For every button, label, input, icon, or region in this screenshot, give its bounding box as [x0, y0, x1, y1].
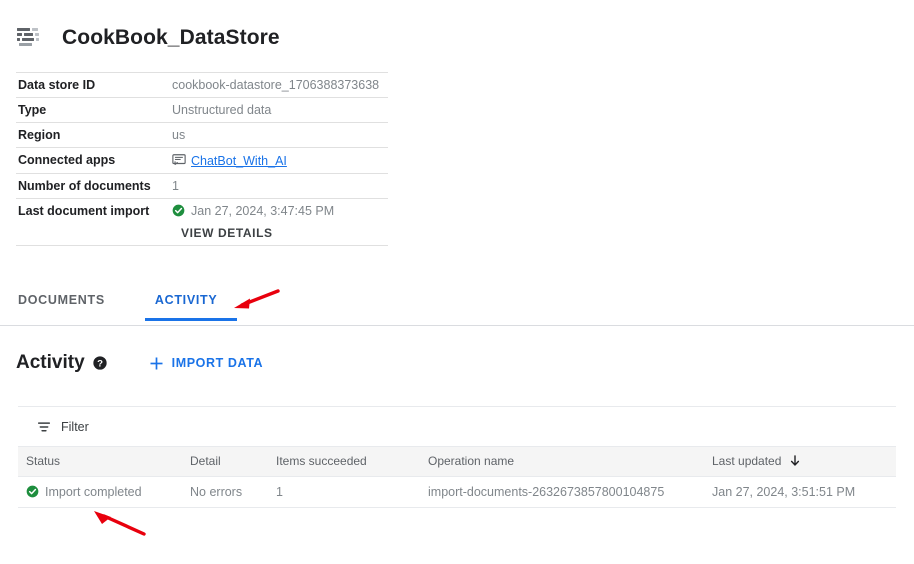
- datastore-detail-page: CookBook_DataStore Data store ID cookboo…: [0, 0, 914, 564]
- plus-icon: [150, 357, 163, 369]
- status-label: Import completed: [45, 484, 142, 499]
- filter-icon: [38, 421, 50, 431]
- filter-label: Filter: [61, 419, 89, 434]
- info-label: Last document import: [18, 204, 150, 218]
- column-header-last-updated-label: Last updated: [712, 454, 782, 469]
- cell-items-succeeded: 1: [268, 476, 420, 508]
- cell-operation-name: import-documents-2632673857800104875: [420, 476, 704, 508]
- page-header: CookBook_DataStore: [0, 0, 914, 58]
- datastore-icon: [17, 28, 39, 46]
- tab-documents[interactable]: DOCUMENTS: [18, 292, 117, 320]
- import-data-button[interactable]: IMPORT DATA: [149, 356, 264, 371]
- column-header-detail[interactable]: Detail: [182, 447, 268, 477]
- info-label: Region: [18, 128, 61, 142]
- info-row-type: Type Unstructured data: [16, 98, 388, 123]
- info-value: ChatBot_With_AI: [172, 148, 388, 174]
- arrow-pointing-to-import-completed-row: [94, 511, 146, 536]
- info-label: Type: [18, 103, 47, 117]
- filter-bar[interactable]: Filter: [18, 407, 896, 447]
- chat-app-icon: [172, 154, 186, 165]
- view-details-button[interactable]: VIEW DETAILS: [181, 226, 388, 240]
- info-label: Number of documents: [18, 179, 151, 193]
- page-title: CookBook_DataStore: [62, 26, 280, 49]
- cell-detail: No errors: [182, 476, 268, 508]
- cell-status: Import completed: [18, 476, 182, 508]
- activity-header: Activity ? IMPORT DATA: [16, 351, 263, 375]
- cell-last-updated: Jan 27, 2024, 3:51:51 PM: [704, 476, 896, 508]
- column-header-status[interactable]: Status: [18, 447, 182, 477]
- sort-descending-arrow-icon: [791, 455, 800, 466]
- table-row[interactable]: Import completed No errors 1 import-docu…: [18, 476, 896, 508]
- column-header-items-succeeded[interactable]: Items succeeded: [268, 447, 420, 477]
- info-row-number-of-documents: Number of documents 1: [16, 174, 388, 199]
- connected-app-link[interactable]: ChatBot_With_AI: [191, 154, 287, 168]
- info-value: Unstructured data: [172, 103, 272, 117]
- info-value: Jan 27, 2024, 3:47:45 PM VIEW DETAILS: [172, 199, 388, 246]
- help-icon[interactable]: ?: [92, 356, 107, 370]
- svg-text:?: ?: [97, 359, 103, 370]
- import-data-label: IMPORT DATA: [171, 356, 264, 370]
- activity-title: Activity: [16, 352, 85, 373]
- activity-card: Filter Status Detail Items succeeded Ope…: [18, 406, 896, 508]
- last-import-timestamp: Jan 27, 2024, 3:47:45 PM: [191, 204, 335, 218]
- column-header-last-updated[interactable]: Last updated: [704, 447, 896, 477]
- info-value: us: [172, 128, 186, 142]
- info-row-connected-apps: Connected apps ChatBot_With_AI: [16, 148, 388, 174]
- info-label: Data store ID: [18, 78, 96, 92]
- datastore-info-table: Data store ID cookbook-datastore_1706388…: [16, 72, 388, 246]
- info-value: 1: [172, 179, 179, 193]
- info-row-last-document-import: Last document import Jan 27, 2024, 3:47:…: [16, 199, 388, 246]
- info-row-data-store-id: Data store ID cookbook-datastore_1706388…: [16, 73, 388, 98]
- info-row-region: Region us: [16, 123, 388, 148]
- check-circle-icon: [172, 204, 185, 217]
- tab-bar: DOCUMENTS ACTIVITY: [0, 292, 914, 326]
- info-value: cookbook-datastore_1706388373638: [172, 78, 380, 92]
- info-label: Connected apps: [18, 153, 116, 167]
- check-circle-icon: [26, 485, 39, 497]
- column-header-operation-name[interactable]: Operation name: [420, 447, 704, 477]
- table-header-row: Status Detail Items succeeded Operation …: [18, 447, 896, 477]
- tab-activity[interactable]: ACTIVITY: [144, 292, 238, 321]
- activity-table: Status Detail Items succeeded Operation …: [18, 447, 896, 508]
